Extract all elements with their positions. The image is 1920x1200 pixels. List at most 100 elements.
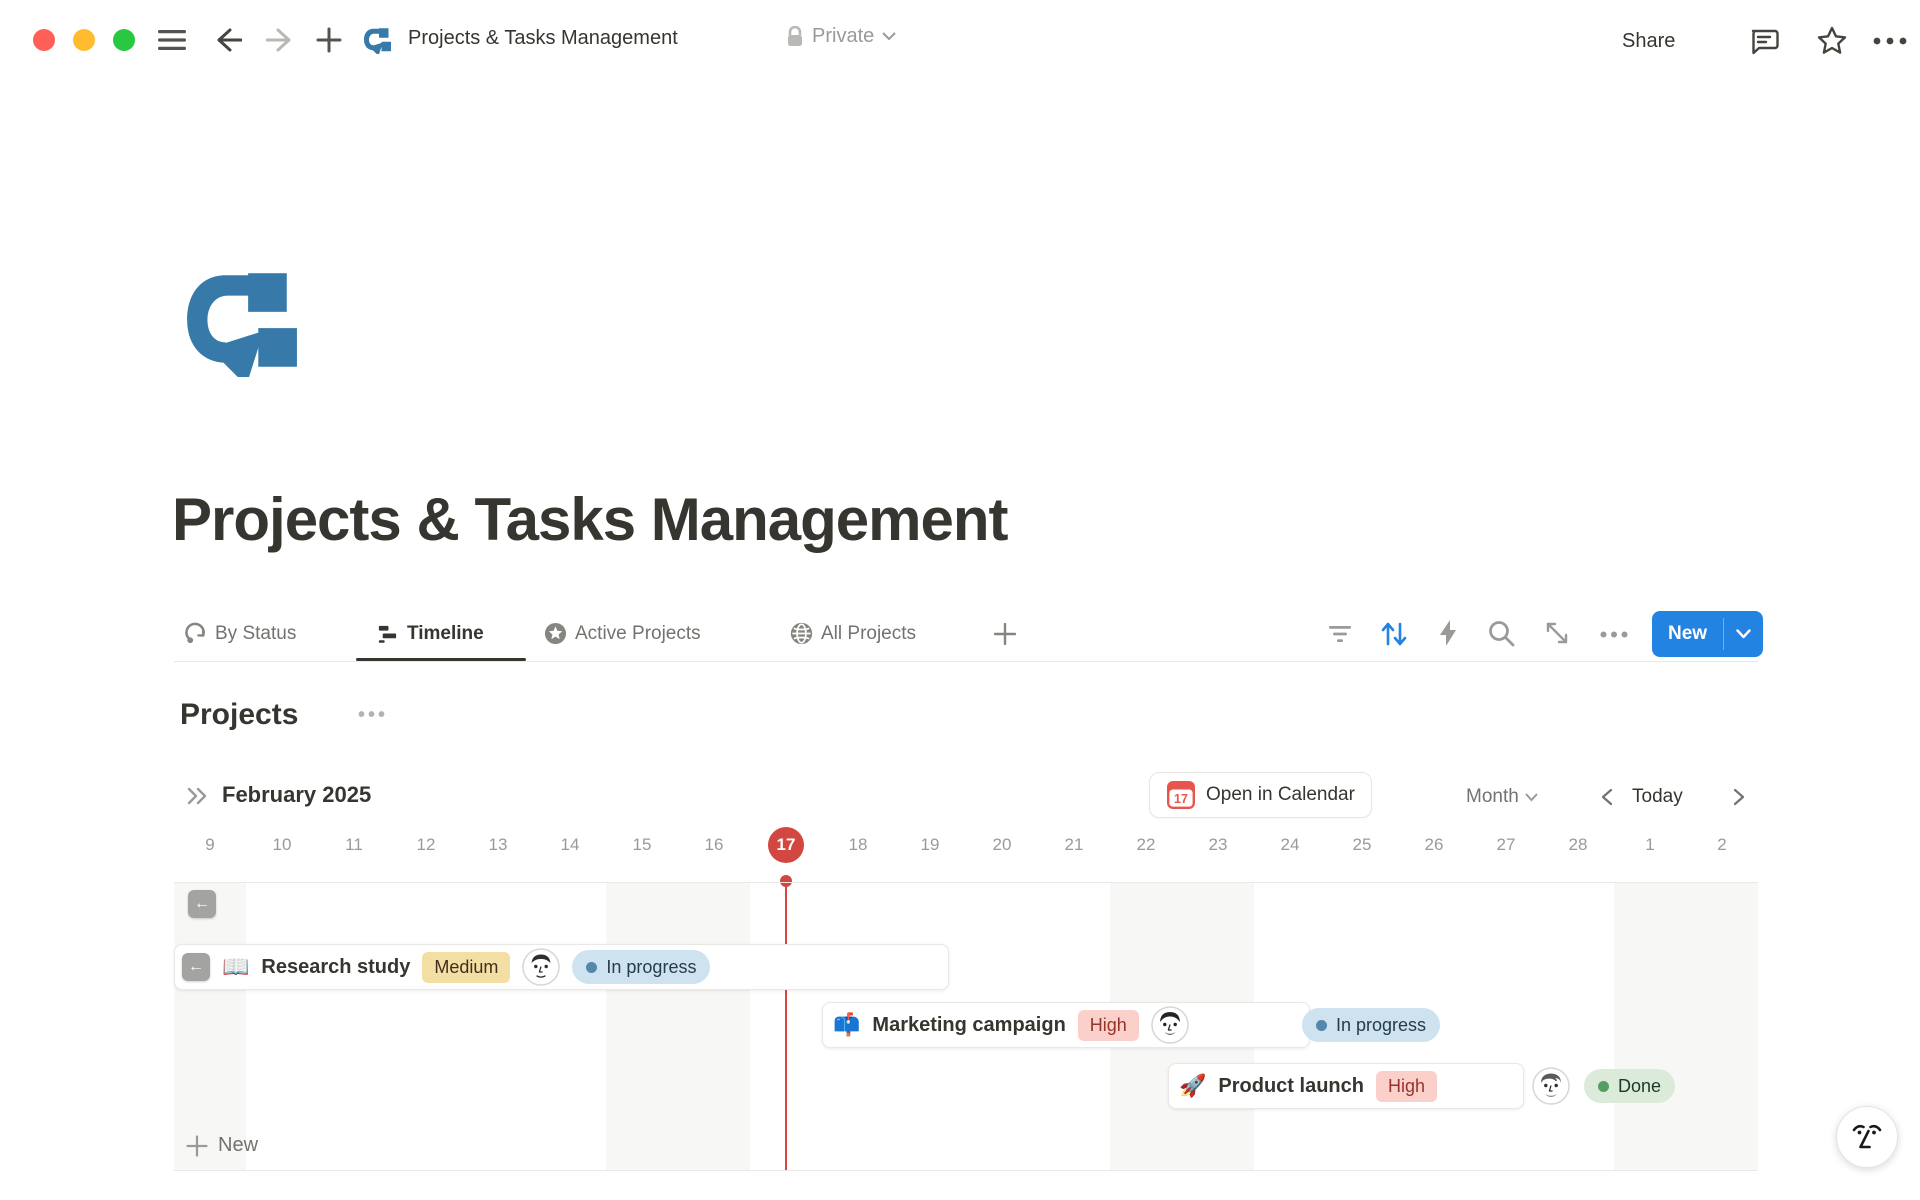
day-label: 21 — [1038, 827, 1110, 863]
svg-text:17: 17 — [1174, 792, 1188, 806]
book-emoji: 📖 — [222, 956, 249, 978]
day-label: 28 — [1542, 827, 1614, 863]
next-month-icon[interactable] — [1726, 782, 1752, 812]
tabs-divider — [174, 661, 1758, 662]
tab-by-status[interactable]: By Status — [180, 614, 300, 653]
day-label: 14 — [534, 827, 606, 863]
scroll-to-offscreen-item-button[interactable]: ← — [188, 890, 216, 918]
rocket-emoji: 🚀 — [1179, 1075, 1206, 1097]
grid-top-border — [174, 882, 1758, 883]
minimize-window-button[interactable] — [73, 29, 95, 51]
notion-window: Projects & Tasks Management Private Shar… — [0, 0, 1920, 1200]
timeline-month-label: February 2025 — [222, 782, 371, 808]
close-window-button[interactable] — [33, 29, 55, 51]
tab-all-projects[interactable]: All Projects — [786, 614, 920, 653]
view-more-icon[interactable] — [1594, 618, 1634, 650]
section-heading: Projects — [180, 698, 298, 732]
grid-bottom-border — [174, 1170, 1758, 1171]
star-circle-icon — [544, 622, 567, 645]
open-in-calendar-label: Open in Calendar — [1206, 784, 1355, 806]
new-tab-plus-icon[interactable] — [312, 24, 346, 56]
priority-tag-high: High — [1078, 1010, 1139, 1041]
open-in-calendar-button[interactable]: 17 Open in Calendar — [1149, 772, 1372, 818]
day-label-today: 17 — [750, 827, 822, 863]
new-button-label: New — [1652, 611, 1723, 657]
lock-icon — [786, 26, 804, 48]
forward-icon[interactable] — [262, 24, 298, 56]
status-loop-icon — [184, 622, 207, 645]
timeline-scale-dropdown[interactable]: Month — [1466, 782, 1538, 812]
timeline-bars-icon — [376, 622, 399, 645]
weekend-column — [1614, 882, 1686, 1170]
toggle-sidebar-chevrons-icon[interactable] — [182, 782, 214, 810]
add-view-plus-icon[interactable] — [988, 618, 1022, 650]
day-label: 15 — [606, 827, 678, 863]
more-options-icon[interactable] — [1868, 22, 1912, 60]
today-button[interactable]: Today — [1632, 782, 1683, 812]
section-more-icon[interactable]: ••• — [358, 704, 388, 727]
add-new-row-button[interactable]: New — [186, 1134, 258, 1157]
ai-face-icon — [1847, 1117, 1887, 1157]
task-title: Research study — [261, 956, 410, 979]
mailbox-emoji: 📫 — [833, 1014, 860, 1036]
day-label: 9 — [174, 827, 246, 863]
privacy-label: Private — [812, 25, 874, 48]
page-icon[interactable] — [176, 262, 304, 380]
day-label: 18 — [822, 827, 894, 863]
notion-ai-face-button[interactable] — [1836, 1106, 1898, 1168]
privacy-dropdown[interactable]: Private — [786, 25, 896, 48]
expand-icon[interactable] — [1538, 616, 1576, 650]
timeline-bar-product-launch[interactable]: 🚀 Product launch High — [1168, 1063, 1524, 1109]
chevron-down-icon — [1525, 793, 1538, 802]
prev-month-icon[interactable] — [1594, 782, 1620, 812]
search-icon[interactable] — [1482, 616, 1520, 650]
weekend-column — [174, 882, 246, 1170]
favorite-star-icon[interactable] — [1812, 22, 1852, 60]
day-label: 11 — [318, 827, 390, 863]
day-label: 13 — [462, 827, 534, 863]
priority-tag-high: High — [1376, 1071, 1437, 1102]
lightning-icon[interactable] — [1430, 616, 1466, 650]
task-title: Product launch — [1218, 1075, 1364, 1098]
status-pill-in-progress: In progress — [1302, 1008, 1440, 1042]
day-label: 27 — [1470, 827, 1542, 863]
day-label: 24 — [1254, 827, 1326, 863]
new-button[interactable]: New — [1652, 611, 1763, 657]
task-title: Marketing campaign — [872, 1014, 1065, 1037]
assignee-avatar — [1151, 1006, 1189, 1044]
chevron-down-icon — [882, 32, 896, 41]
status-pill-in-progress: In progress — [572, 950, 710, 984]
scroll-left-icon[interactable]: ← — [182, 953, 210, 981]
sort-icon[interactable] — [1374, 618, 1414, 650]
window-doc-title: Projects & Tasks Management — [408, 27, 678, 50]
zoom-window-button[interactable] — [113, 29, 135, 51]
back-icon[interactable] — [210, 24, 246, 56]
day-label: 20 — [966, 827, 1038, 863]
today-marker-line — [785, 882, 787, 1170]
status-dot — [586, 962, 597, 973]
tab-active-projects[interactable]: Active Projects — [540, 614, 705, 653]
day-label: 19 — [894, 827, 966, 863]
priority-tag-medium: Medium — [422, 952, 510, 983]
day-label: 23 — [1182, 827, 1254, 863]
weekend-column — [678, 882, 750, 1170]
assignee-avatar — [522, 948, 560, 986]
weekend-column — [1686, 882, 1758, 1170]
timeline-bar-marketing-campaign[interactable]: 📫 Marketing campaign High — [822, 1002, 1310, 1048]
calendar-app-icon: 17 — [1166, 780, 1196, 810]
sidebar-menu-icon[interactable] — [155, 24, 189, 56]
weekend-column — [606, 882, 678, 1170]
comments-icon[interactable] — [1744, 22, 1784, 60]
plus-icon — [186, 1135, 208, 1157]
tab-timeline[interactable]: Timeline — [372, 614, 488, 653]
day-label: 26 — [1398, 827, 1470, 863]
status-dot — [1316, 1020, 1327, 1031]
share-button[interactable]: Share — [1622, 24, 1675, 58]
globe-icon — [790, 622, 813, 645]
day-label: 10 — [246, 827, 318, 863]
filter-icon[interactable] — [1322, 618, 1358, 650]
timeline-bar-research-study[interactable]: ← 📖 Research study Medium In progress — [174, 944, 949, 990]
doc-logo-icon — [362, 26, 392, 59]
assignee-avatar — [1532, 1067, 1570, 1105]
day-label: 25 — [1326, 827, 1398, 863]
